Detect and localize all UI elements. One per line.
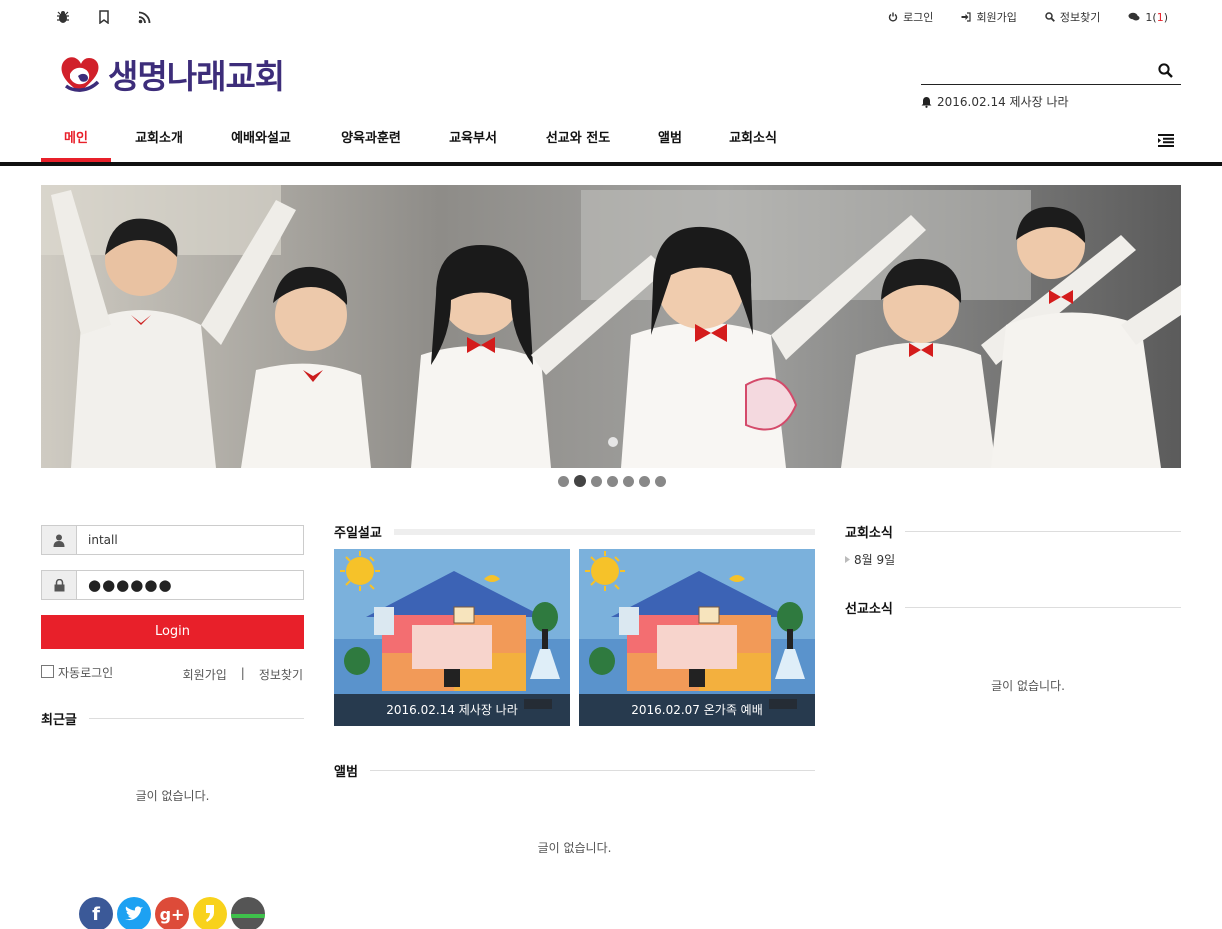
chat-count-prefix: 1( [1145, 10, 1157, 24]
social-share: f g+ [79, 897, 265, 929]
user-icon [42, 526, 77, 554]
sermons-title[interactable]: 주일설교 [334, 522, 382, 541]
login-button[interactable]: Login [41, 615, 304, 649]
hero-slide-image [41, 185, 1181, 468]
search-icon[interactable] [1158, 63, 1173, 81]
find-info-link[interactable]: 정보찾기 [1045, 9, 1100, 25]
google-plus-icon[interactable]: g+ [155, 897, 189, 929]
recent-posts-empty: 글이 없습니다. [135, 789, 210, 803]
site-logo-text: 생명나래교회 [108, 57, 285, 96]
login-link[interactable]: 로그인 [888, 9, 933, 25]
recent-posts-title[interactable]: 최근글 [41, 709, 77, 728]
nav-item-mission[interactable]: 선교와 전도 [533, 122, 623, 162]
slider-dot-1[interactable] [558, 475, 569, 487]
login-box: intall ●●●●●● Login 자동로그인 회원가입 | 정보찾기 [41, 525, 304, 682]
bookmark-icon[interactable] [95, 8, 113, 26]
nav-item-main[interactable]: 메인 [41, 122, 111, 162]
recent-posts-header: 최근글 [41, 709, 304, 728]
main-nav: 메인 교회소개 예배와설교 양육과훈련 교육부서 선교와 전도 앨범 교회소식 [0, 122, 1222, 166]
slider-dot-3[interactable] [591, 475, 602, 487]
slider-pagination [558, 475, 666, 487]
comments-icon [1128, 12, 1140, 21]
notice-ticker[interactable]: 2016.02.14 제사장 나라 [921, 93, 1069, 110]
divider [393, 528, 815, 535]
username-value: intall [88, 533, 118, 547]
nav-item-album[interactable]: 앨범 [648, 122, 692, 162]
sermons-header: 주일설교 [334, 522, 815, 541]
password-field[interactable]: ●●●●●● [41, 570, 304, 600]
facebook-icon[interactable]: f [79, 897, 113, 929]
links-separator: | [240, 666, 245, 680]
divider [369, 770, 815, 771]
bug-icon[interactable] [54, 8, 72, 26]
slider-dot-2[interactable] [574, 475, 586, 487]
find-info-label: 정보찾기 [1059, 11, 1101, 24]
sermon-caption: 2016.02.14 제사장 나라 [334, 694, 570, 726]
notice-text: 2016.02.14 제사장 나라 [937, 95, 1069, 109]
chat-count-suffix: ) [1163, 10, 1168, 24]
search-icon [1045, 12, 1055, 22]
mission-news-empty: 글이 없습니다. [991, 679, 1065, 693]
slider-dot-4[interactable] [607, 475, 618, 487]
mission-news-title[interactable]: 선교소식 [845, 598, 893, 617]
hero-slider[interactable] [41, 185, 1181, 468]
auto-login-checkbox[interactable] [41, 665, 54, 678]
header-search-input[interactable] [921, 55, 1181, 85]
church-news-header: 교회소식 [845, 522, 1181, 541]
twitter-icon[interactable] [117, 897, 151, 929]
divider [88, 718, 304, 719]
album-title[interactable]: 앨범 [334, 761, 358, 780]
church-logo-mark [61, 57, 100, 92]
password-mask: ●●●●●● [88, 576, 173, 594]
nav-item-education[interactable]: 교육부서 [438, 122, 508, 162]
church-news-item: 8월 9일 [854, 553, 896, 567]
lock-icon [42, 571, 77, 599]
album-header: 앨범 [334, 761, 815, 780]
sermon-card[interactable]: 2016.02.14 제사장 나라 [334, 549, 570, 726]
sign-in-icon [961, 12, 972, 22]
username-field[interactable]: intall [41, 525, 304, 555]
sermon-card[interactable]: 2016.02.07 온가족 예배 [579, 549, 815, 726]
slider-dot-5[interactable] [623, 475, 634, 487]
join-link[interactable]: 회원가입 [961, 9, 1017, 25]
caret-right-icon [845, 556, 850, 563]
nav-item-news[interactable]: 교회소식 [718, 122, 788, 162]
nav-item-worship[interactable]: 예배와설교 [220, 122, 302, 162]
kakaostory-icon[interactable] [193, 897, 227, 929]
nav-item-about[interactable]: 교회소개 [124, 122, 194, 162]
auto-login-label[interactable]: 자동로그인 [58, 664, 113, 681]
menu-toggle-icon[interactable] [1158, 134, 1174, 150]
slider-dot-6[interactable] [639, 475, 650, 487]
divider [904, 607, 1181, 608]
rss-icon[interactable] [135, 8, 153, 26]
church-news-title[interactable]: 교회소식 [845, 522, 893, 541]
divider [904, 531, 1181, 532]
nav-item-training[interactable]: 양육과훈련 [330, 122, 412, 162]
list-item[interactable]: 8월 9일 [845, 551, 895, 568]
site-logo[interactable]: 생명나래교회 [58, 50, 285, 98]
top-bar: 로그인 회원가입 정보찾기 1(1) [0, 0, 1222, 34]
login-link-label: 로그인 [903, 11, 934, 24]
mission-news-header: 선교소식 [845, 598, 1181, 617]
power-icon [888, 12, 898, 22]
find-info-link-small[interactable]: 정보찾기 [259, 666, 303, 683]
band-icon[interactable] [231, 897, 265, 929]
join-link-label: 회원가입 [976, 11, 1017, 24]
album-empty: 글이 없습니다. [537, 841, 612, 855]
chat-count-new: 1 [1156, 10, 1164, 24]
join-link-small[interactable]: 회원가입 [183, 666, 227, 683]
sermon-caption: 2016.02.07 온가족 예배 [579, 694, 815, 726]
bell-icon [921, 96, 932, 108]
slider-dot-7[interactable] [655, 475, 666, 487]
chat-link[interactable]: 1(1) [1128, 9, 1168, 25]
